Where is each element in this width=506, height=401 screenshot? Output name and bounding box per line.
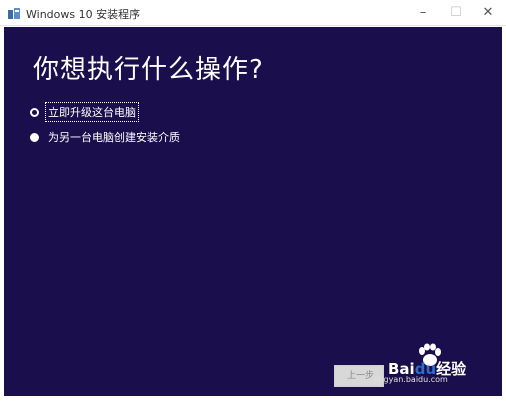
option-upgrade-this-pc[interactable]: 立即升级这台电脑: [30, 102, 139, 122]
option-label[interactable]: 立即升级这台电脑: [45, 102, 139, 122]
option-create-install-media[interactable]: 为另一台电脑创建安装介质: [30, 128, 182, 146]
windows-setup-icon: [8, 8, 20, 19]
setup-window: Windows 10 安装程序 – ☐ ✕ 你想执行什么操作? 立即升级这台电脑…: [0, 0, 506, 401]
baidu-jingyan-watermark: Baidu经验 jingyan.baidu.com: [374, 338, 486, 386]
watermark-url: jingyan.baidu.com: [374, 375, 448, 384]
window-bottom-edge: [4, 396, 502, 401]
close-button[interactable]: ✕: [472, 0, 504, 26]
radio-unselected-icon[interactable]: [30, 132, 39, 142]
option-label[interactable]: 为另一台电脑创建安装介质: [46, 128, 182, 146]
window-title: Windows 10 安装程序: [26, 8, 141, 21]
radio-selected-icon[interactable]: [30, 107, 39, 117]
title-bar: Windows 10 安装程序 – ☐ ✕: [0, 0, 506, 26]
maximize-button[interactable]: ☐: [440, 0, 472, 26]
page-title: 你想执行什么操作?: [33, 55, 264, 85]
minimize-button[interactable]: –: [407, 0, 439, 26]
